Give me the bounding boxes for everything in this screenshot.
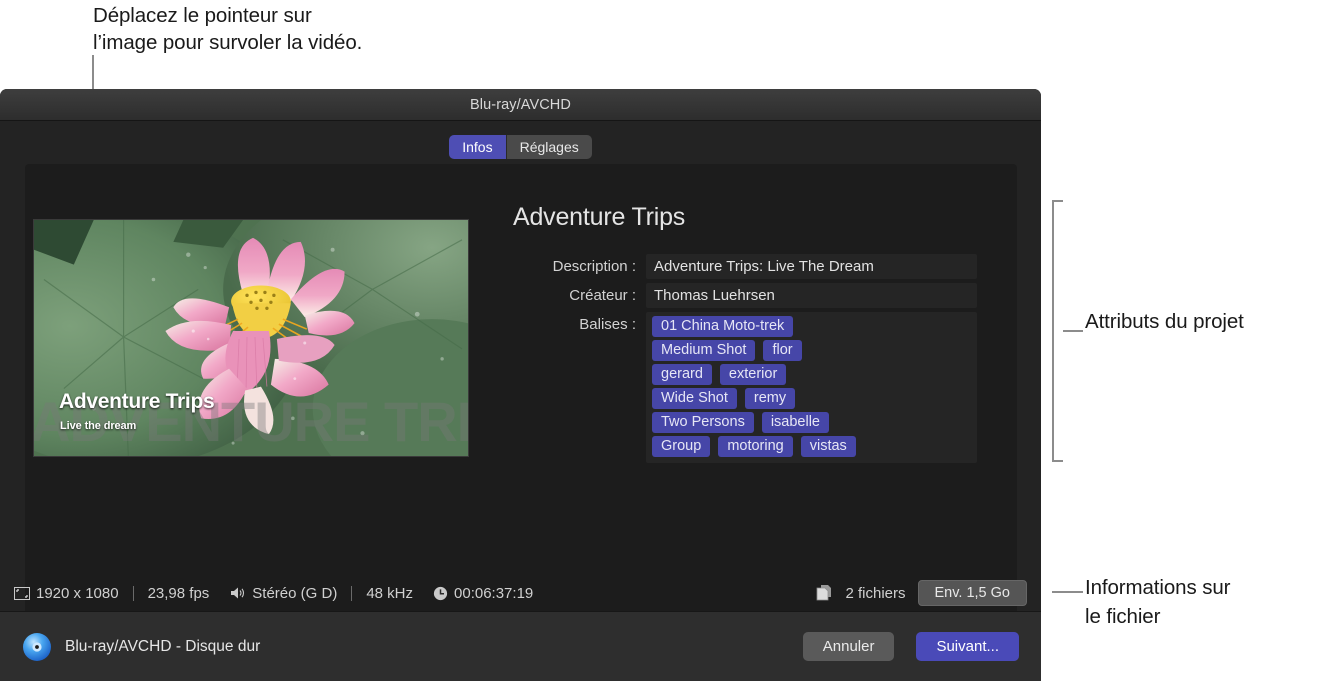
- attributes-bracket-stub: [1063, 330, 1083, 332]
- attributes-bracket: [1052, 200, 1063, 462]
- clock-icon: [433, 586, 448, 601]
- tag-chip[interactable]: flor: [763, 340, 802, 361]
- file-count-value: 2 fichiers: [845, 584, 906, 602]
- tabs-row: Infos Réglages: [0, 121, 1041, 159]
- resolution-value: 1920 x 1080: [36, 584, 119, 602]
- footer-buttons: Annuler Suivant...: [802, 632, 1019, 661]
- creator-field[interactable]: Thomas Luehrsen: [646, 283, 977, 308]
- tag-chip[interactable]: Wide Shot: [652, 388, 737, 409]
- cancel-button[interactable]: Annuler: [802, 632, 895, 661]
- tag-chip[interactable]: Group: [652, 436, 711, 457]
- duration-value: 00:06:37:19: [454, 584, 534, 602]
- tag-row: Group motoring vistas: [652, 436, 971, 457]
- tab-reglages[interactable]: Réglages: [506, 135, 592, 159]
- estimated-size-button[interactable]: Env. 1,5 Go: [917, 580, 1027, 606]
- project-details: Adventure Trips Description : Adventure …: [487, 203, 977, 467]
- screenshot-root: Déplacez le pointeur sur l’image pour su…: [0, 0, 1325, 681]
- window-body: Infos Réglages ADVENTURE TR Adventure Tr…: [0, 121, 1041, 681]
- framerate-value: 23,98 fps: [147, 584, 210, 602]
- callout-project-attributes: Attributs du projet: [1085, 310, 1244, 333]
- thumbnail-overlay-subtitle: Live the dream: [60, 420, 137, 432]
- next-button[interactable]: Suivant...: [916, 632, 1019, 661]
- divider: [351, 585, 353, 601]
- tag-chip[interactable]: remy: [744, 388, 796, 409]
- divider: [132, 585, 134, 601]
- tag-row: Two Persons isabelle: [652, 412, 971, 433]
- window-title: Blu-ray/AVCHD: [470, 96, 571, 113]
- callout-hover-video: Déplacez le pointeur sur l’image pour su…: [93, 4, 363, 54]
- audio-rate-value: 48 kHz: [366, 584, 414, 602]
- documents-icon: [816, 585, 833, 601]
- thumbnail-overlay-title: Adventure Trips: [59, 390, 215, 413]
- field-row-tags: Balises : 01 China Moto-trek Medium Shot f…: [487, 312, 977, 463]
- tag-row: Medium Shot flor: [652, 340, 971, 361]
- tag-chip[interactable]: exterior: [719, 364, 787, 385]
- disc-destination-label: Blu-ray/AVCHD - Disque dur: [65, 637, 261, 655]
- tag-chip[interactable]: gerard: [652, 364, 712, 385]
- tag-row: 01 China Moto-trek: [652, 316, 971, 337]
- description-field[interactable]: Adventure Trips: Live The Dream: [646, 254, 977, 279]
- tag-chip[interactable]: motoring: [718, 436, 793, 457]
- file-status-bar: 1920 x 1080 23,98 fps Stéréo (G D) 48 kH…: [0, 575, 1041, 611]
- duration-group: 00:06:37:19: [433, 585, 533, 602]
- audio-group: Stéréo (G D) 48 kHz: [229, 585, 413, 602]
- tab-infos[interactable]: Infos: [449, 135, 507, 159]
- blu-ray-dialog-window: Blu-ray/AVCHD Infos Réglages ADVENTURE T…: [0, 89, 1041, 681]
- resolution-group: 1920 x 1080 23,98 fps: [14, 585, 209, 602]
- field-row-description: Description : Adventure Trips: Live The …: [487, 254, 977, 279]
- audio-channels-value: Stéréo (G D): [252, 584, 338, 602]
- tag-list: 01 China Moto-trek Medium Shot flor gerard e…: [652, 316, 971, 457]
- callout-file-information: Informations sur le fichier: [1085, 576, 1231, 628]
- segmented-control[interactable]: Infos Réglages: [449, 135, 592, 159]
- tag-row: gerard exterior: [652, 364, 971, 385]
- file-summary-group: 2 fichiers Env. 1,5 Go: [816, 580, 1027, 606]
- speaker-icon: [229, 586, 246, 600]
- field-row-creator: Créateur : Thomas Luehrsen: [487, 283, 977, 308]
- description-label: Description :: [552, 258, 636, 275]
- tag-chip[interactable]: vistas: [800, 436, 856, 457]
- window-titlebar: Blu-ray/AVCHD: [0, 89, 1041, 121]
- tag-chip[interactable]: Medium Shot: [652, 340, 756, 361]
- tag-chip[interactable]: 01 China Moto-trek: [652, 316, 794, 337]
- video-thumbnail[interactable]: ADVENTURE TRIPS Adventure Trips Live the…: [33, 219, 469, 457]
- file-info-leader-line: [1052, 591, 1083, 593]
- creator-label: Créateur :: [569, 287, 636, 304]
- frame-size-icon: [14, 586, 30, 600]
- tag-row: Wide Shot remy: [652, 388, 971, 409]
- dialog-footer: Blu-ray/AVCHD - Disque dur Annuler Suiva…: [0, 611, 1041, 681]
- tags-label: Balises :: [579, 316, 636, 333]
- tag-chip[interactable]: Two Persons: [652, 412, 754, 433]
- tags-field[interactable]: 01 China Moto-trek Medium Shot flor gerard e…: [646, 312, 977, 463]
- page-title: Adventure Trips: [513, 203, 686, 231]
- tag-chip[interactable]: isabelle: [761, 412, 829, 433]
- disc-icon: [22, 632, 52, 662]
